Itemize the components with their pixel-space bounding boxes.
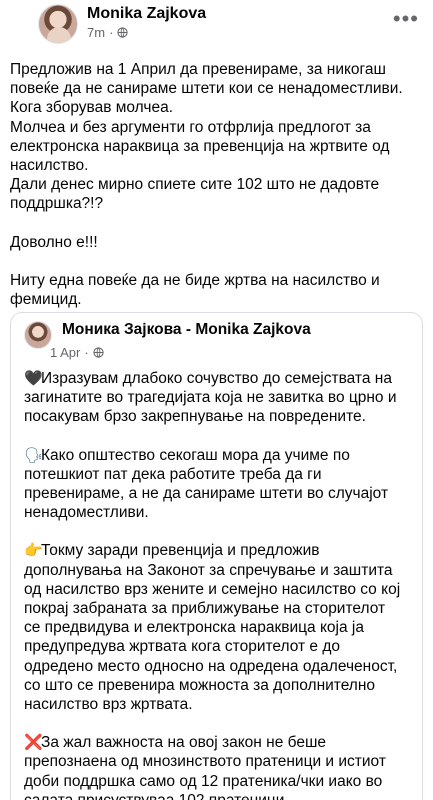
pointing-hand-icon: 👉 [24,542,43,560]
shared-text-line: одредено место односно на одредена одале… [24,657,398,675]
post-meta: 7m · [87,25,129,40]
shared-post-time[interactable]: 1 Apr [50,345,80,360]
more-options-button[interactable]: ••• [393,8,419,30]
post-header: Monika Zajkova 7m · ••• [0,0,433,48]
author-name[interactable]: Monika Zajkova [87,5,206,23]
shared-paragraph: 👉Токму заради превенција и предложив допо… [24,541,416,714]
speaking-head-icon: 🗣 [24,446,44,464]
black-heart-icon: 🖤 [24,370,43,387]
cross-mark-icon: ❌ [24,734,43,752]
shared-text-line: се предвидува и електронска нараквица ко… [24,619,364,637]
shared-text-line: 👉Токму заради превенција и предложив [24,541,416,560]
shared-text-line: дополнувања на Законот за спречување и з… [24,561,393,579]
shared-text-line: препознаена од мнозинството пратеници и … [24,753,386,771]
shared-text-line: посакувам брзо закрепнување на повредени… [24,408,366,426]
shared-text-line: 🖤Изразувам длабоко сочувство до семејств… [24,369,416,388]
shared-text-line: со што се превенира можноста за дополнит… [24,676,376,694]
shared-text-line: салата присуствуваа 102 пратеници. [24,791,416,800]
shared-post-body: 🖤Изразувам длабоко сочувство до семејств… [24,369,416,800]
shared-text-span: Токму заради превенција и предложив [41,542,320,560]
shared-text-span: За жал важноста на овој закон не беше [41,734,327,752]
post-text-line: Молчеа и без аргументи го отфрлија предл… [10,118,371,136]
shared-text-line: ❌За жал важноста на овој закон не беше [24,733,416,752]
post-text-line: електронска нараквица за превенција на ж… [10,137,390,155]
shared-text-line: предупредува жртвата кога сторителот е д… [24,638,341,656]
shared-paragraph: ❌За жал важноста на овој закон не беше пр… [24,733,416,800]
shared-post-card[interactable]: Моника Зајкова - Monika Zajkova 1 Apr · … [10,312,423,800]
post-text-line: повеќе да не санираме штети кои се ненад… [10,80,403,98]
post-text-line: Предложив на 1 Април да превенираме, за … [10,61,386,78]
shared-text-line: потешкиот пат дека работите треба да ги [24,465,322,483]
author-avatar[interactable] [38,4,78,44]
shared-text-span: Како општество секогаш мора да учиме по [41,446,350,464]
shared-author-name[interactable]: Моника Зајкова - Monika Zajkova [62,321,311,339]
shared-paragraph: 🖤Изразувам длабоко сочувство до семејств… [24,369,416,427]
shared-meta-separator: · [84,345,89,360]
post-time[interactable]: 7m [87,25,105,40]
shared-text-line: покрај забраната за приближување на стор… [24,600,386,618]
meta-separator: · [109,25,114,40]
shared-text-span: Изразувам длабоко сочувство до семејства… [41,370,392,387]
post-text-line: Доволно е!!! [10,233,98,251]
shared-text-line: загинатите во трагедијата која не завитк… [24,389,397,407]
globe-icon [117,27,129,38]
shared-text-line: доби поддршка само од 12 пратеника/чки и… [24,772,383,790]
post-text-line: Ниту една повеќе да не биде жртва на нас… [10,271,380,289]
post-text-line: поддршка?!? [10,195,104,213]
shared-author-avatar[interactable] [24,321,52,349]
shared-text-line: ненадоместливи. [24,504,149,522]
globe-icon [93,347,104,358]
shared-post-meta: 1 Apr · [50,345,104,360]
shared-text-line: насилство врз жртвата. [24,696,193,714]
shared-text-line: од насилство врз жените и семејно насилс… [24,580,401,598]
shared-text-line: 🗣Како општество секогаш мора да учиме по [24,446,416,465]
post-text-line: Кога зборував молчеа. [10,99,173,117]
post-text-line: Дали денес мирно спиете сите 102 што не … [10,176,380,194]
post-text-line: фемицид. [10,291,82,309]
shared-text-line: превенираме, а не да санираме штети во с… [24,485,389,503]
post-text-line: насилство. [10,157,89,175]
post-body: Предложив на 1 Април да превенираме, за … [10,60,425,309]
shared-paragraph: 🗣Како општество секогаш мора да учиме по… [24,446,416,523]
